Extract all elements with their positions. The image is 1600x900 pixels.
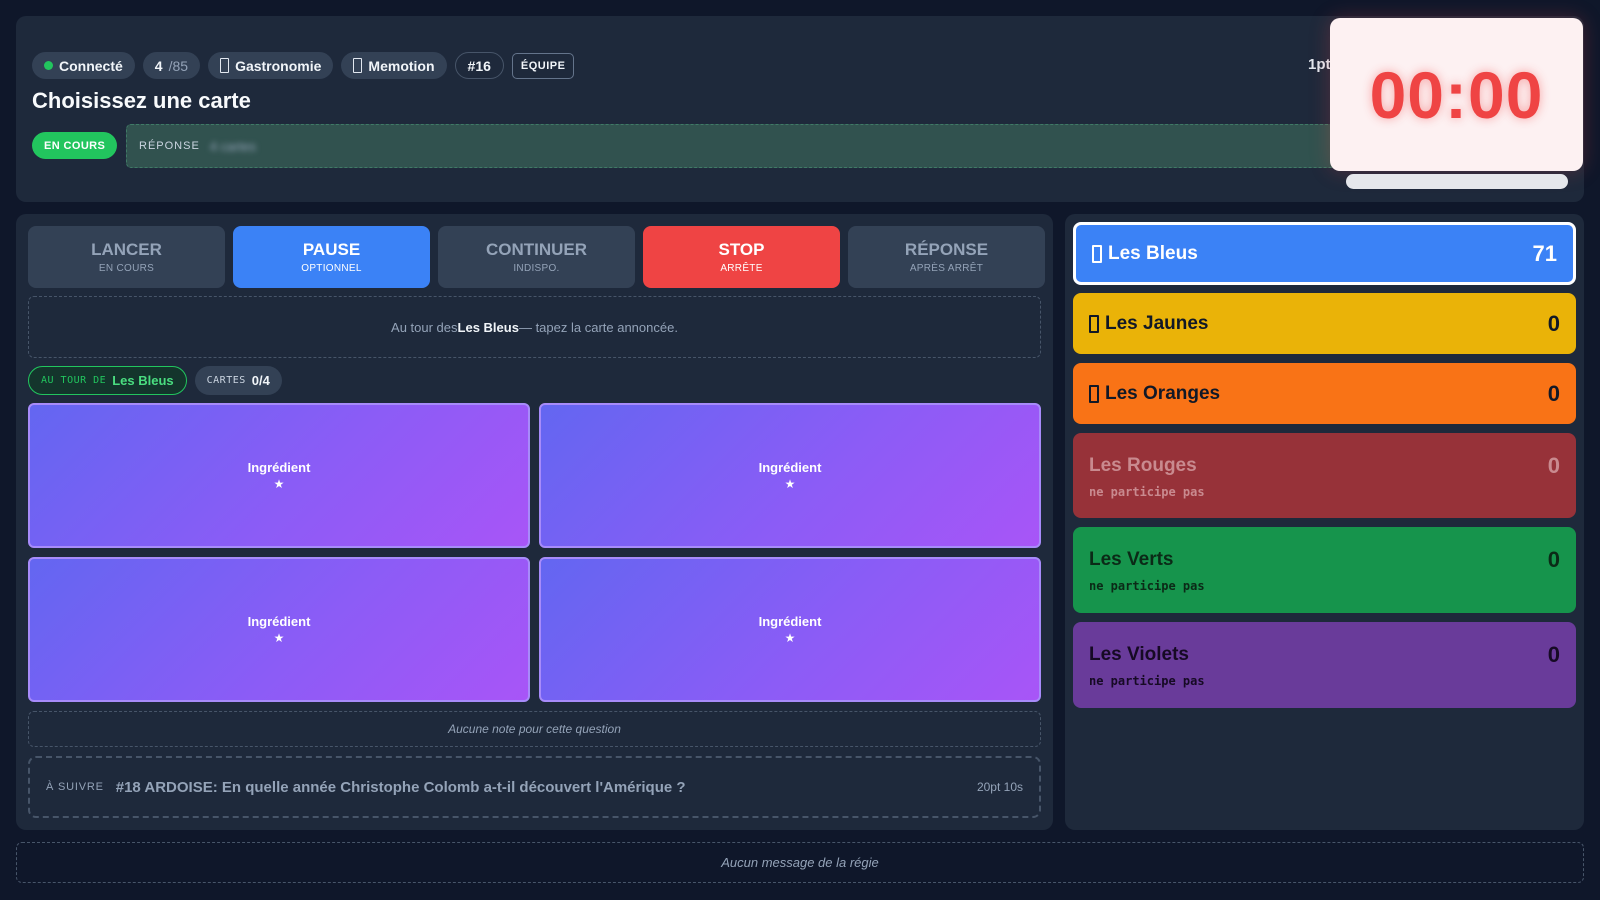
card-title: Ingrédient bbox=[758, 460, 822, 475]
mode-badge: ÉQUIPE bbox=[511, 52, 575, 79]
cards-count-tag: CARTES 0/4 bbox=[194, 366, 282, 395]
team-status-note: ne participe pas bbox=[1089, 579, 1205, 593]
category-label: Gastronomie bbox=[235, 57, 322, 74]
turn-instructions: Au tour des Les Bleus — tapez la carte ann… bbox=[28, 296, 1041, 358]
next-question-text: #18 ARDOISE: En quelle année Christophe … bbox=[115, 778, 686, 796]
team-icon bbox=[1092, 244, 1102, 263]
current-turn-key: AU TOUR DE bbox=[41, 375, 107, 386]
answer-button-label: RÉPONSE bbox=[904, 240, 989, 259]
answer-value-hidden: 4 cartes bbox=[209, 138, 257, 154]
continue-button-sub: INDISPO. bbox=[513, 263, 560, 274]
turn-prefix: Au tour des bbox=[391, 319, 458, 335]
current-turn-value: Les Bleus bbox=[112, 373, 174, 388]
question-number-badge: #16 bbox=[454, 52, 504, 79]
team-name: Les Rouges bbox=[1089, 454, 1197, 476]
pause-button[interactable]: PAUSE OPTIONNEL bbox=[233, 226, 430, 288]
team-score: 0 bbox=[1547, 380, 1560, 406]
next-question-meta: 20pt 10s bbox=[976, 780, 1023, 794]
launch-button-label: LANCER bbox=[91, 240, 162, 259]
team-status-note: ne participe pas bbox=[1089, 484, 1205, 499]
next-question: À SUIVRE #18 ARDOISE: En quelle année Ch… bbox=[28, 756, 1041, 818]
stop-button-label: STOP bbox=[718, 240, 765, 259]
team-score: 0 bbox=[1547, 452, 1560, 478]
card-1[interactable]: Ingrédient ★ bbox=[28, 403, 530, 548]
answer-bar: RÉPONSE 4 cartes bbox=[126, 124, 1346, 168]
points-label: 1pt bbox=[1308, 56, 1331, 73]
team-verts: Les Verts 0 ne participe pas bbox=[1073, 527, 1576, 613]
cards-count-value: 0/4 bbox=[251, 373, 270, 388]
game-mode-icon bbox=[353, 58, 363, 73]
status-badge: EN COURS bbox=[32, 132, 118, 159]
next-label: À SUIVRE bbox=[46, 781, 104, 793]
team-score: 0 bbox=[1547, 310, 1560, 336]
question-note: Aucune note pour cette question bbox=[28, 711, 1041, 747]
team-name: Les Violets bbox=[1089, 644, 1189, 665]
card-title: Ingrédient bbox=[758, 614, 822, 629]
stop-button-sub: ARRÊTE bbox=[720, 263, 763, 274]
answer-button[interactable]: RÉPONSE APRÈS ARRÊT bbox=[848, 226, 1045, 288]
continue-button-label: CONTINUER bbox=[485, 240, 588, 259]
card-title: Ingrédient bbox=[247, 614, 311, 629]
pause-button-label: PAUSE bbox=[302, 240, 361, 259]
category-badge: Gastronomie bbox=[208, 52, 334, 79]
progress-current: 4 bbox=[154, 57, 163, 74]
team-jaunes[interactable]: Les Jaunes 0 bbox=[1073, 293, 1576, 354]
turn-suffix: — tapez la carte annoncée. bbox=[518, 319, 678, 335]
team-bleus[interactable]: Les Bleus 71 bbox=[1073, 222, 1576, 285]
timer-card: 00:00 bbox=[1330, 18, 1583, 171]
pause-button-sub: OPTIONNEL bbox=[301, 263, 362, 274]
card-2[interactable]: Ingrédient ★ bbox=[539, 403, 1041, 548]
team-name: Les Verts bbox=[1089, 549, 1174, 570]
turn-team: Les Bleus bbox=[457, 319, 519, 335]
star-icon: ★ bbox=[273, 477, 285, 491]
control-room-message: Aucun message de la régie bbox=[16, 842, 1584, 883]
card-3[interactable]: Ingrédient ★ bbox=[28, 557, 530, 702]
team-score: 0 bbox=[1547, 642, 1560, 667]
current-turn-tag: AU TOUR DE Les Bleus bbox=[28, 366, 187, 395]
star-icon: ★ bbox=[273, 631, 285, 645]
app-root: Connecté 4 /85 Gastronomie Memotion #16 … bbox=[0, 0, 1600, 900]
scoreboard: Les Bleus 71 Les Jaunes 0 Les Oranges 0 … bbox=[1065, 214, 1584, 830]
team-score: 0 bbox=[1547, 547, 1560, 572]
progress-total: /85 bbox=[168, 57, 189, 74]
team-status-note: ne participe pas bbox=[1089, 674, 1205, 688]
team-score: 71 bbox=[1532, 240, 1557, 266]
connection-badge: Connecté bbox=[32, 52, 135, 79]
status-chips: Connecté 4 /85 Gastronomie Memotion #16 … bbox=[32, 52, 575, 79]
timer-progress-bar bbox=[1346, 174, 1568, 189]
continue-button[interactable]: CONTINUER INDISPO. bbox=[438, 226, 635, 288]
cards-count-key: CARTES bbox=[206, 375, 246, 386]
star-icon: ★ bbox=[784, 477, 796, 491]
star-icon: ★ bbox=[784, 631, 796, 645]
timer-display: 00:00 bbox=[1369, 57, 1544, 132]
control-buttons: LANCER EN COURS PAUSE OPTIONNEL CONTINUE… bbox=[28, 226, 1045, 288]
answer-button-sub: APRÈS ARRÊT bbox=[909, 263, 984, 274]
card-title: Ingrédient bbox=[247, 460, 311, 475]
connection-label: Connecté bbox=[59, 57, 123, 74]
team-violets: Les Violets 0 ne participe pas bbox=[1073, 622, 1576, 708]
stop-button[interactable]: STOP ARRÊTE bbox=[643, 226, 840, 288]
team-name: Les Bleus bbox=[1108, 242, 1198, 264]
category-icon bbox=[220, 58, 230, 73]
connection-status-dot-icon bbox=[44, 61, 53, 70]
team-name: Les Jaunes bbox=[1105, 312, 1209, 334]
progress-badge: 4 /85 bbox=[142, 52, 201, 79]
game-mode-badge: Memotion bbox=[341, 52, 447, 79]
card-4[interactable]: Ingrédient ★ bbox=[539, 557, 1041, 702]
launch-button[interactable]: LANCER EN COURS bbox=[28, 226, 225, 288]
card-grid: Ingrédient ★ Ingrédient ★ Ingrédient ★ I… bbox=[28, 403, 1041, 702]
main-panel: LANCER EN COURS PAUSE OPTIONNEL CONTINUE… bbox=[16, 214, 1053, 830]
team-oranges[interactable]: Les Oranges 0 bbox=[1073, 363, 1576, 424]
team-icon bbox=[1089, 384, 1099, 403]
game-mode-label: Memotion bbox=[368, 57, 435, 74]
team-name: Les Oranges bbox=[1105, 382, 1221, 404]
turn-tags: AU TOUR DE Les Bleus CARTES 0/4 bbox=[28, 366, 282, 395]
page-title: Choisissez une carte bbox=[32, 88, 251, 113]
launch-button-sub: EN COURS bbox=[98, 263, 155, 274]
team-rouges: Les Rouges 0 ne participe pas bbox=[1073, 433, 1576, 518]
answer-label: RÉPONSE bbox=[139, 140, 200, 152]
team-icon bbox=[1089, 314, 1099, 333]
